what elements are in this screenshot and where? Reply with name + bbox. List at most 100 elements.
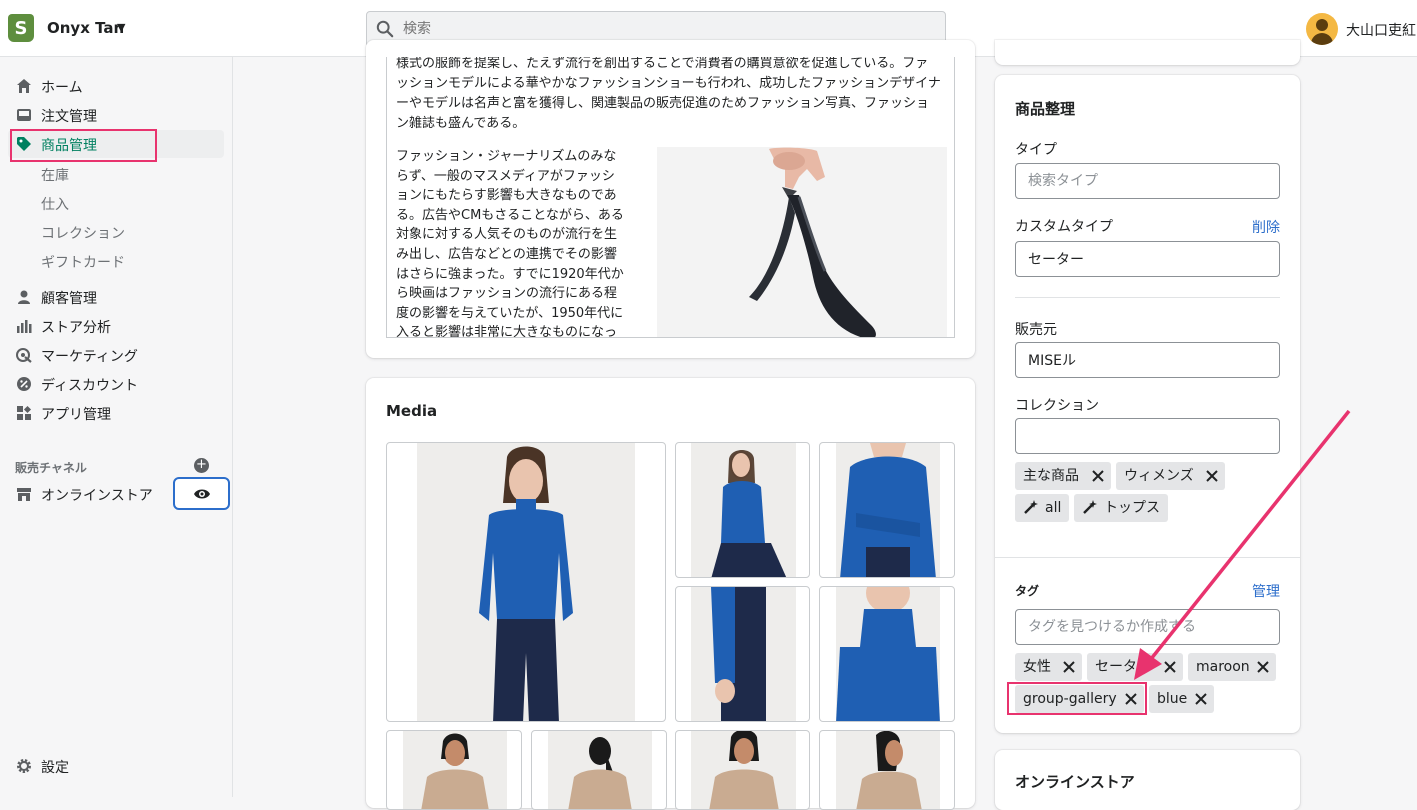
remove-collection-icon[interactable]: [1091, 469, 1105, 483]
person-icon: [18, 290, 30, 304]
tags-input[interactable]: [1015, 609, 1280, 645]
sidebar-item-label: 注文管理: [41, 109, 97, 125]
product-tag-label: 女性: [1023, 659, 1051, 675]
vendor-input[interactable]: [1015, 342, 1280, 378]
product-photo: [417, 443, 635, 721]
product-photo: [548, 731, 652, 809]
media-tile[interactable]: [819, 730, 955, 810]
remove-tag-icon[interactable]: [1256, 660, 1270, 674]
sidebar-item-orders[interactable]: 注文管理: [0, 101, 233, 129]
product-tag: セーター: [1087, 653, 1183, 681]
media-title: Media: [386, 402, 438, 420]
sidebar-item-analytics[interactable]: ストア分析: [0, 312, 233, 340]
target-icon: [16, 348, 32, 363]
collection-tag-label: 主な商品: [1023, 468, 1079, 484]
shoe-image: [657, 147, 947, 337]
sales-channels-title: 販売チャネル: [15, 461, 87, 475]
product-tag: 女性: [1015, 653, 1082, 681]
collection-tag: 主な商品: [1015, 462, 1111, 490]
auto-collection-tag: all: [1015, 494, 1069, 522]
vendor-label: 販売元: [1015, 322, 1057, 338]
collection-tag: ウィメンズ: [1116, 462, 1225, 490]
media-tile-main[interactable]: [386, 442, 666, 722]
product-tag-label: セーター: [1095, 659, 1151, 675]
media-tile[interactable]: [386, 730, 522, 810]
tags-label: タグ: [1015, 584, 1040, 598]
home-icon: [17, 79, 31, 93]
apps-icon: [17, 405, 32, 420]
search-icon: [376, 20, 394, 38]
type-input[interactable]: [1015, 163, 1280, 199]
sidebar-item-customers[interactable]: 顧客管理: [0, 283, 233, 311]
organization-title: 商品整理: [1015, 100, 1076, 118]
custom-type-label: カスタムタイプ: [1015, 219, 1113, 235]
custom-type-input[interactable]: [1015, 241, 1280, 277]
shopify-logo-icon[interactable]: S: [8, 14, 34, 42]
product-photo: [691, 587, 796, 721]
description-paragraph: ファッション・ジャーナリズムのみならず、一般のマスメディアがファッションにもたら…: [396, 149, 624, 338]
collections-input[interactable]: [1015, 418, 1280, 454]
auto-collection-tag: トップス: [1074, 494, 1168, 522]
sidebar-item-label: アプリ管理: [41, 407, 111, 423]
remove-tag-icon[interactable]: [1163, 660, 1177, 674]
add-channel-icon[interactable]: +: [194, 458, 209, 473]
sidebar: ホーム 注文管理 商品管理 在庫 仕入 コレクション ギフトカード 顧客管理 ス…: [0, 57, 233, 797]
type-label: タイプ: [1015, 142, 1057, 158]
media-tile[interactable]: [675, 586, 810, 722]
eye-icon: [194, 489, 210, 499]
media-tile[interactable]: [675, 442, 810, 578]
sidebar-item-label: オンラインストア: [41, 488, 153, 504]
description-editor[interactable]: 様式の服飾を提案し、たえず流行を創出することで消費者の購買意欲を促進している。フ…: [386, 57, 955, 338]
description-paragraph: 様式の服飾を提案し、たえず流行を創出することで消費者の購買意欲を促進している。フ…: [396, 57, 941, 131]
sidebar-item-marketing[interactable]: マーケティング: [0, 341, 233, 369]
sidebar-item-settings[interactable]: 設定: [0, 752, 233, 780]
sidebar-subitem-inventory[interactable]: 在庫: [41, 165, 69, 185]
online-store-card-title: オンラインストア: [1015, 773, 1135, 791]
section-divider: [995, 557, 1300, 558]
media-tile[interactable]: [819, 586, 955, 722]
media-tile[interactable]: [675, 730, 810, 810]
store-name[interactable]: Onyx Tan: [47, 19, 124, 37]
delete-custom-type-link[interactable]: 削除: [1252, 217, 1280, 237]
products-highlight-box: [10, 129, 157, 162]
sidebar-item-label: ストア分析: [41, 320, 111, 336]
remove-tag-icon[interactable]: [1062, 660, 1076, 674]
store-switcher-caret-icon[interactable]: ▼: [117, 21, 125, 34]
sidebar-subitem-gift-cards[interactable]: ギフトカード: [41, 252, 125, 272]
sidebar-item-apps[interactable]: アプリ管理: [0, 399, 233, 427]
collections-label: コレクション: [1015, 398, 1099, 414]
sidebar-item-home[interactable]: ホーム: [0, 72, 233, 100]
sidebar-item-label: 顧客管理: [41, 291, 97, 307]
remove-tag-icon[interactable]: [1194, 692, 1208, 706]
previous-card-bottom: [995, 40, 1300, 65]
search-input[interactable]: [403, 18, 923, 40]
gear-icon: [17, 759, 31, 773]
sidebar-item-label: マーケティング: [41, 349, 138, 365]
media-tile[interactable]: [531, 730, 667, 810]
tag-highlight-box: [1007, 682, 1147, 715]
sidebar-item-label: ホーム: [41, 80, 83, 96]
product-tag-label: maroon: [1196, 659, 1250, 675]
sidebar-item-label: ディスカウント: [41, 378, 139, 394]
magic-wand-icon: [1024, 500, 1038, 514]
product-photo: [836, 443, 940, 577]
sidebar-subitem-collections[interactable]: コレクション: [41, 223, 125, 243]
product-photo: [403, 731, 507, 809]
divider: [1015, 297, 1280, 298]
sidebar-subitem-purchase[interactable]: 仕入: [41, 194, 69, 214]
high-heel-shoe-image: [749, 147, 876, 337]
discount-icon: [17, 377, 31, 391]
user-avatar[interactable]: [1306, 13, 1338, 45]
view-store-button[interactable]: [173, 477, 230, 510]
user-name[interactable]: 大山口吏紅: [1346, 20, 1416, 40]
magic-wand-icon: [1083, 500, 1097, 514]
product-photo: [691, 443, 796, 577]
sidebar-item-label: 設定: [41, 760, 69, 776]
product-photo: [691, 731, 796, 809]
manage-tags-link[interactable]: 管理: [1252, 581, 1280, 601]
store-icon: [17, 488, 31, 501]
sidebar-item-discounts[interactable]: ディスカウント: [0, 370, 233, 398]
remove-collection-icon[interactable]: [1205, 469, 1219, 483]
product-tag: maroon: [1188, 653, 1276, 681]
media-tile[interactable]: [819, 442, 955, 578]
